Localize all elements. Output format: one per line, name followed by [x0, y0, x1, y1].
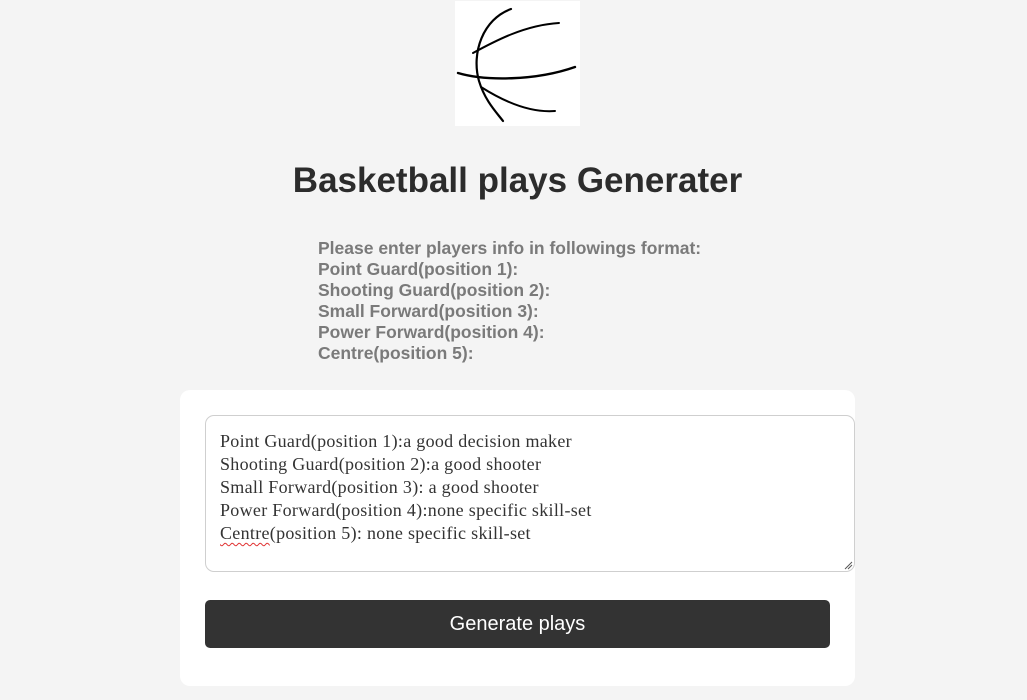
textarea-line: Power Forward(position 4):none specific …	[220, 500, 592, 520]
textarea-line: Shooting Guard(position 2):a good shoote…	[220, 454, 542, 474]
textarea-line: Small Forward(position 3): a good shoote…	[220, 477, 539, 497]
players-textarea[interactable]: Point Guard(position 1):a good decision …	[205, 415, 855, 572]
page: Basketball plays Generater Please enter …	[0, 0, 1027, 700]
misspelled-word: Centre	[220, 523, 270, 543]
instructions: Please enter players info in followings …	[318, 238, 701, 364]
instructions-line: Shooting Guard(position 2):	[318, 280, 551, 300]
textarea-line-rest: (position 5): none specific skill-set	[269, 523, 531, 543]
textarea-line: Centre(position 5): none specific skill-…	[220, 522, 592, 545]
instructions-line: Centre(position 5):	[318, 343, 474, 363]
instructions-line: Point Guard(position 1):	[318, 259, 519, 279]
textarea-content[interactable]: Point Guard(position 1):a good decision …	[220, 430, 592, 545]
instructions-line: Power Forward(position 4):	[318, 322, 545, 342]
textarea-line: Point Guard(position 1):a good decision …	[220, 431, 572, 451]
page-title: Basketball plays Generater	[292, 161, 743, 200]
instructions-line: Please enter players info in followings …	[318, 238, 702, 258]
basketball-icon	[456, 7, 577, 123]
instructions-line: Small Forward(position 3):	[318, 301, 539, 321]
basketball-logo	[455, 1, 580, 126]
resize-handle-icon[interactable]	[843, 560, 853, 570]
generate-plays-button[interactable]: Generate plays	[205, 600, 830, 648]
